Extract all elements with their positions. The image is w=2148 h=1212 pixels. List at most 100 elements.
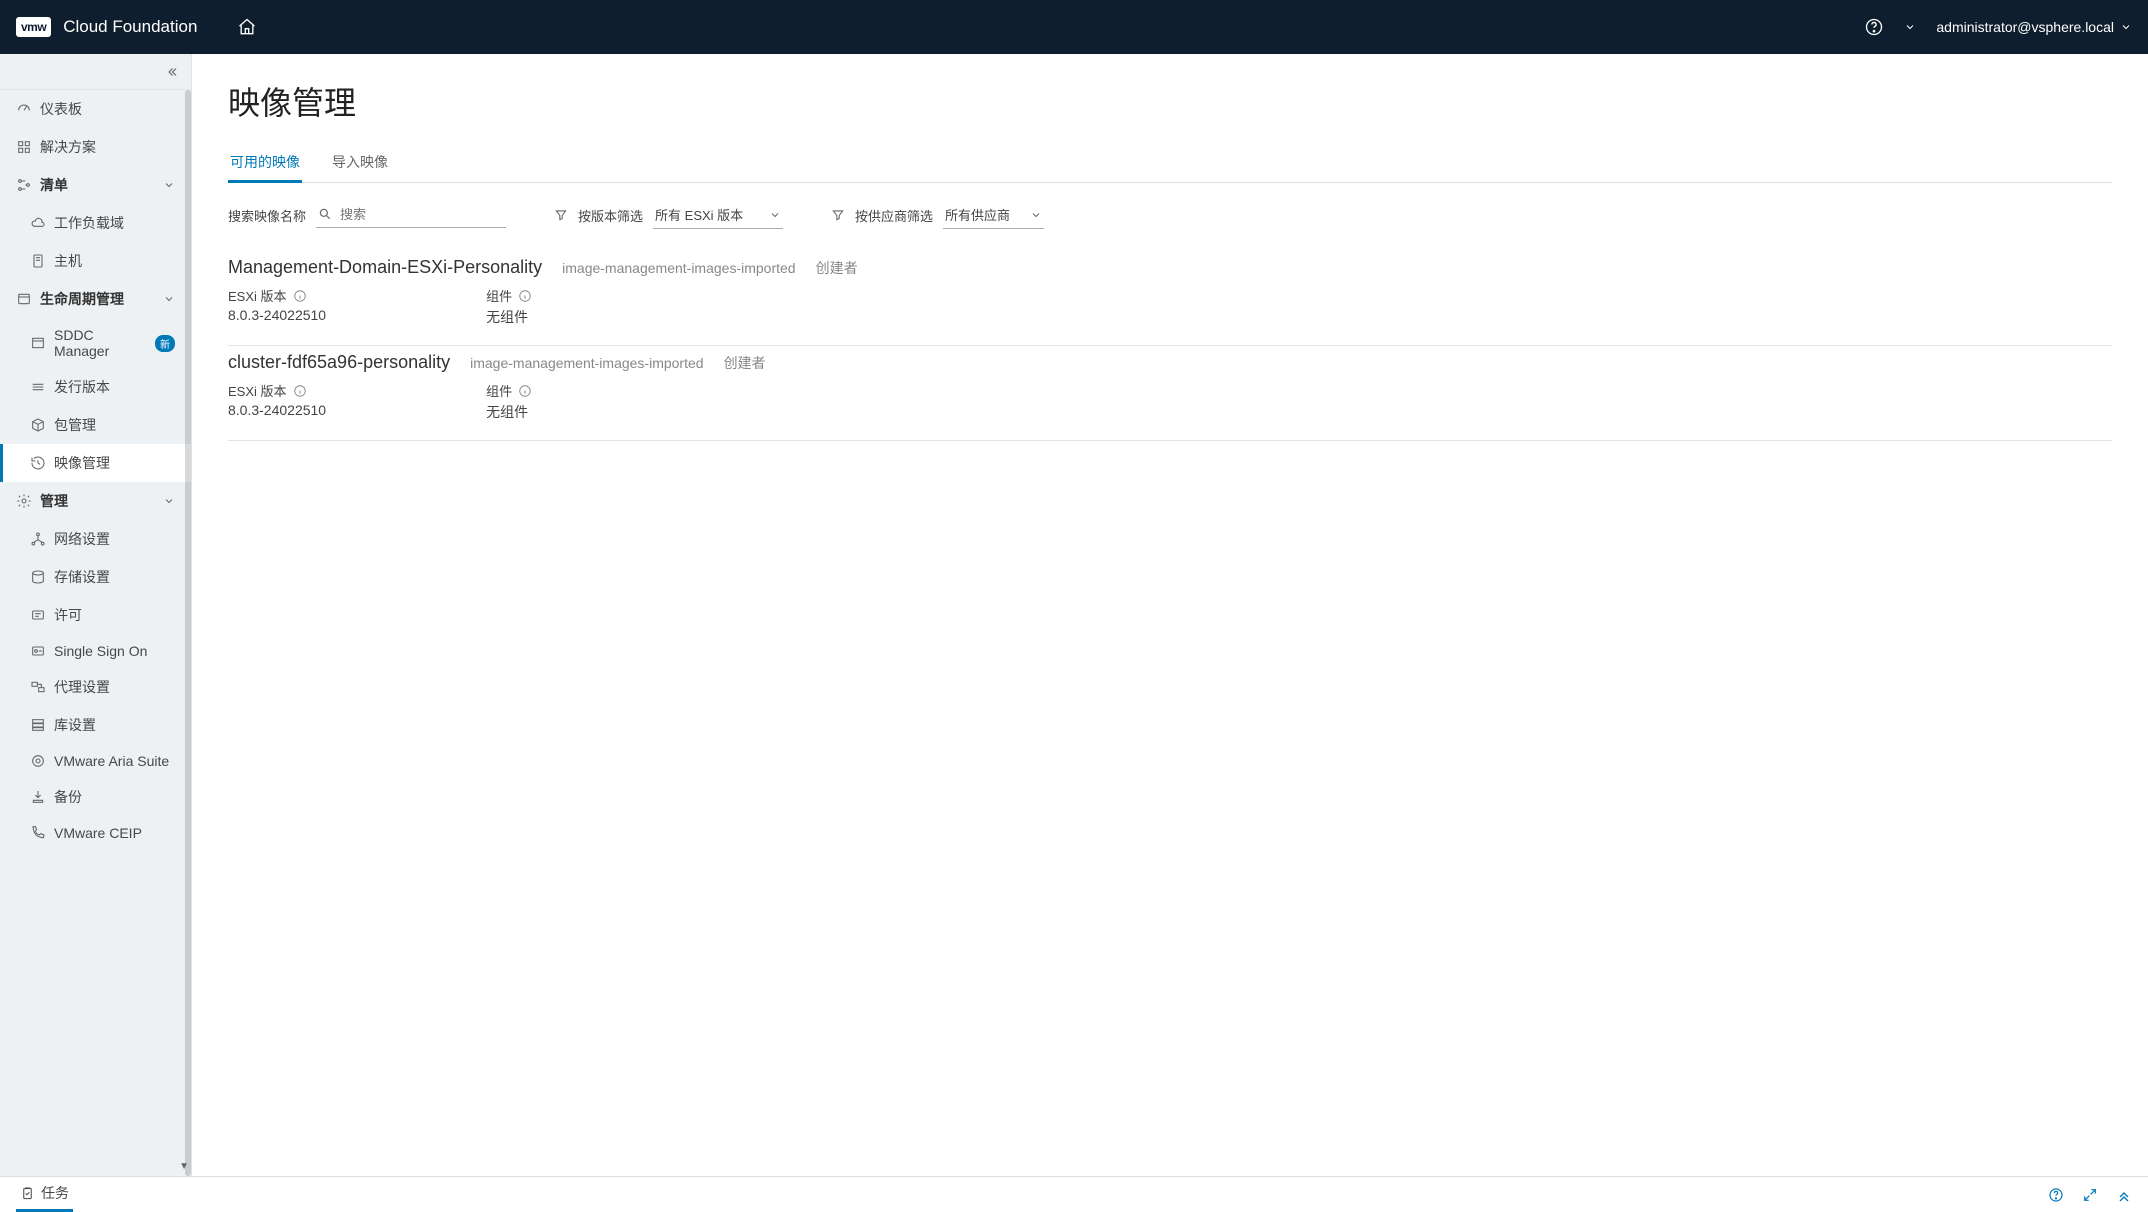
sidebar-item-storage[interactable]: 存储设置 — [0, 558, 191, 596]
app-header: vmw Cloud Foundation administrator@vsphe… — [0, 0, 2148, 54]
package-icon — [30, 417, 46, 433]
nav-label: 包管理 — [54, 415, 96, 435]
info-icon[interactable] — [518, 289, 532, 303]
new-badge: 新 — [155, 335, 175, 352]
phone-icon — [30, 825, 46, 841]
cloud-icon — [30, 215, 46, 231]
header-right: administrator@vsphere.local — [1864, 17, 2132, 37]
version-label: 按版本筛选 — [578, 206, 643, 225]
info-icon[interactable] — [518, 384, 532, 398]
tab-import[interactable]: 导入映像 — [330, 144, 390, 182]
image-status: image-management-images-imported — [562, 260, 795, 276]
sidebar-item-image[interactable]: 映像管理 — [0, 444, 191, 482]
nav-label: VMware Aria Suite — [54, 753, 169, 769]
host-icon — [30, 253, 46, 269]
sidebar-nav: 仪表板 解决方案 清单 工作负载域 主机 — [0, 90, 191, 1176]
chevron-down-icon — [163, 495, 175, 507]
task-bar: 任务 — [0, 1176, 2148, 1212]
nav-label: Single Sign On — [54, 643, 147, 659]
image-name: cluster-fdf65a96-personality — [228, 352, 450, 373]
inventory-icon — [16, 177, 32, 193]
image-name: Management-Domain-ESXi-Personality — [228, 257, 542, 278]
user-menu[interactable]: administrator@vsphere.local — [1936, 19, 2132, 35]
search-icon — [318, 207, 332, 221]
nav-label: SDDC Manager — [54, 327, 143, 359]
esxi-version: 8.0.3-24022510 — [228, 307, 326, 323]
tab-available[interactable]: 可用的映像 — [228, 144, 302, 182]
info-icon[interactable] — [293, 384, 307, 398]
sidebar-item-solutions[interactable]: 解决方案 — [0, 128, 191, 166]
license-icon — [30, 607, 46, 623]
image-card: Management-Domain-ESXi-Personality image… — [228, 251, 2112, 346]
nav-label: 管理 — [40, 491, 68, 511]
sidebar-item-release[interactable]: 发行版本 — [0, 368, 191, 406]
lifecycle-icon — [16, 291, 32, 307]
header-dropdown-icon[interactable] — [1904, 21, 1916, 33]
sidebar-item-sso[interactable]: Single Sign On — [0, 634, 191, 668]
sidebar-item-proxy[interactable]: 代理设置 — [0, 668, 191, 706]
scroll-down-icon[interactable]: ▼ — [179, 1161, 189, 1172]
nav-label: 网络设置 — [54, 529, 110, 549]
home-icon[interactable] — [237, 17, 257, 37]
search-input[interactable] — [316, 202, 506, 228]
filter-search: 搜索映像名称 — [228, 202, 506, 228]
image-card: cluster-fdf65a96-personality image-manag… — [228, 346, 2112, 441]
collapse-up-icon[interactable] — [2116, 1187, 2132, 1203]
info-icon[interactable] — [293, 289, 307, 303]
clipboard-icon — [20, 1186, 35, 1201]
nav-label: 工作负载域 — [54, 213, 124, 233]
chevron-down-icon — [163, 179, 175, 191]
sidebar-item-backup[interactable]: 备份 — [0, 778, 191, 816]
sidebar-item-dashboard[interactable]: 仪表板 — [0, 90, 191, 128]
sso-icon — [30, 643, 46, 659]
window-icon — [30, 335, 46, 351]
vendor-select[interactable]: 所有供应商 — [943, 201, 1044, 229]
user-name: administrator@vsphere.local — [1936, 19, 2114, 35]
sidebar-item-sddc[interactable]: SDDC Manager 新 — [0, 318, 191, 368]
chevron-down-icon — [1030, 209, 1042, 221]
nav-label: 发行版本 — [54, 377, 110, 397]
nav-label: 生命周期管理 — [40, 289, 124, 309]
nav-label: 代理设置 — [54, 677, 110, 697]
proxy-icon — [30, 679, 46, 695]
sidebar: 仪表板 解决方案 清单 工作负载域 主机 — [0, 54, 192, 1176]
sidebar-collapse-icon[interactable] — [0, 54, 191, 90]
depot-icon — [30, 717, 46, 733]
footer-help-icon[interactable] — [2048, 1187, 2064, 1203]
help-icon[interactable] — [1864, 17, 1884, 37]
sidebar-section-lifecycle[interactable]: 生命周期管理 — [0, 280, 191, 318]
filter-icon — [554, 208, 568, 222]
sidebar-item-hosts[interactable]: 主机 — [0, 242, 191, 280]
history-icon — [30, 455, 46, 471]
aria-icon — [30, 753, 46, 769]
sidebar-item-aria[interactable]: VMware Aria Suite — [0, 744, 191, 778]
components-label: 组件 — [486, 286, 532, 305]
nav-label: 映像管理 — [54, 453, 110, 473]
version-value: 所有 ESXi 版本 — [655, 205, 743, 224]
tabs: 可用的映像 导入映像 — [228, 144, 2112, 183]
creator-label: 创建者 — [724, 353, 766, 373]
nav-label: 许可 — [54, 605, 82, 625]
footer-actions — [2048, 1187, 2132, 1203]
nav-label: 备份 — [54, 787, 82, 807]
expand-icon[interactable] — [2082, 1187, 2098, 1203]
sidebar-item-ceip[interactable]: VMware CEIP — [0, 816, 191, 850]
sidebar-item-package[interactable]: 包管理 — [0, 406, 191, 444]
tasks-tab[interactable]: 任务 — [16, 1177, 73, 1212]
sidebar-item-workload[interactable]: 工作负载域 — [0, 204, 191, 242]
nav-label: 主机 — [54, 251, 82, 271]
sidebar-section-inventory[interactable]: 清单 — [0, 166, 191, 204]
sidebar-item-depot[interactable]: 库设置 — [0, 706, 191, 744]
tasks-label: 任务 — [41, 1183, 69, 1203]
puzzle-icon — [16, 139, 32, 155]
header-left: vmw Cloud Foundation — [16, 17, 257, 37]
sidebar-item-network[interactable]: 网络设置 — [0, 520, 191, 558]
sidebar-item-license[interactable]: 许可 — [0, 596, 191, 634]
version-select[interactable]: 所有 ESXi 版本 — [653, 201, 783, 229]
sidebar-section-admin[interactable]: 管理 — [0, 482, 191, 520]
vendor-value: 所有供应商 — [945, 205, 1010, 224]
nav-label: 仪表板 — [40, 99, 82, 119]
sidebar-scrollbar[interactable] — [185, 90, 191, 1176]
esxi-label: ESXi 版本 — [228, 286, 326, 305]
network-icon — [30, 531, 46, 547]
